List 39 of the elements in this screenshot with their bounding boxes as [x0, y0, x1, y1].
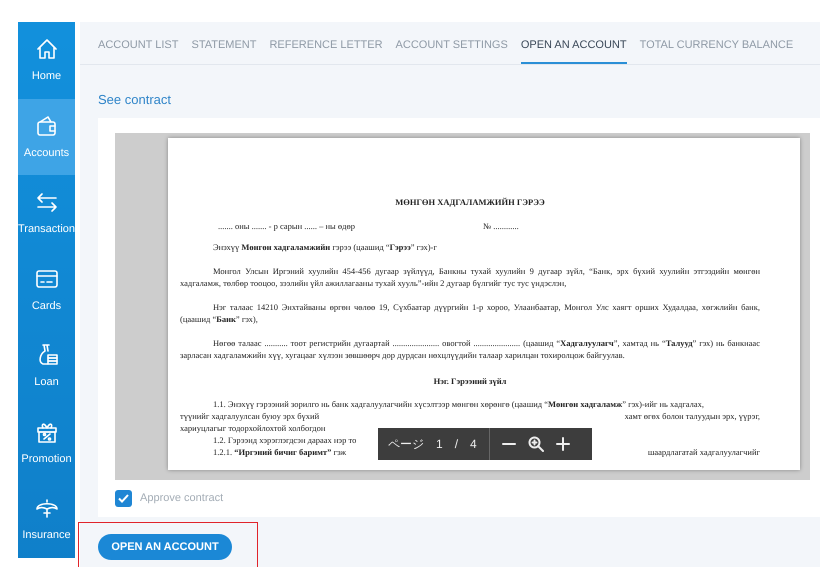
approve-label: Approve contract — [140, 491, 224, 506]
tab[interactable]: ACCOUNT LIST — [98, 28, 178, 64]
date-line: ....... оны ....... - р сарын ...... – ны өдөр — [218, 220, 356, 232]
sidebar-item[interactable]: Transaction — [18, 175, 75, 252]
sidebar-item[interactable]: Accounts — [18, 98, 75, 175]
sidebar-item[interactable]: Promotion — [18, 404, 75, 481]
section-heading: Нэг. Гэрээний зүйл — [432, 375, 508, 387]
document-line: 1.2.1. “Иргэний бичиг баримт” гэж — [213, 446, 346, 458]
page-count: 4 — [470, 436, 477, 453]
document-paragraph: Нөгөө талаас ........... тоот регистрийн дугаартай ...................... овогтой ...................... (цаашид “Хадгалуулагч”, хамтад нь “Талууд” гэх) нь банкнаас зарласан хадгаламжийн хүү, хугацааг хүлээн зөвшөөрч дор дурдсан нөхцлүүдийн талаар харилцан тохиролцож байгуулав. — [180, 337, 760, 361]
document-title: МӨНГӨН ХАДГАЛАМЖИЙН ГЭРЭЭ — [394, 196, 546, 208]
sidebar-item[interactable]: Insurance — [18, 481, 75, 558]
document-line: 1.1. Энэхүү гэрээний зорилго нь банк хадгалуулагчийн хүсэлтээр мөнгөн хөрөнгө (цаашид “Мөнгөн хадгаламж” гэх)-ийг нь хадгалах, — [213, 398, 704, 410]
check-icon — [118, 494, 129, 503]
page-separator: / — [454, 436, 458, 453]
document-line: 1.2. Гэрээнд хэрэглэгдсэн дараах нэр то — [213, 434, 356, 446]
tab[interactable]: REFERENCE LETTER — [269, 28, 383, 64]
zoom-in-icon[interactable] — [528, 436, 544, 452]
document-paragraph: Нэг талаас 14210 Энхтайваны өргөн чөлөө 19, Сүхбаатар дүүргийн 1-р хороо, Улаанбаатар, Монгол Улс хаягт орших Худалдаа, хөгжлийн банк, (цаашид “Банк” гэх), — [180, 301, 760, 325]
document-line: хариуцлагыг тодорхойлохтой холбогдон — [180, 422, 326, 434]
sidebar-item[interactable]: Cards — [18, 252, 75, 328]
plus-icon[interactable] — [556, 437, 570, 451]
approve-checkbox[interactable] — [115, 490, 132, 507]
sidebar-item[interactable]: Loan — [18, 328, 75, 404]
document-line: хамт өгөх болон талуудын эрх, үүрэг, — [624, 410, 760, 422]
tab[interactable]: TOTAL CURRENCY BALANCE — [640, 28, 794, 64]
sidebar-item[interactable]: Home — [18, 22, 75, 98]
document-line: шаардлагатай хадгалуулагчийг — [648, 446, 760, 458]
tab[interactable]: STATEMENT — [191, 28, 256, 64]
page-number: 1 — [436, 436, 443, 453]
tab[interactable]: ACCOUNT SETTINGS — [396, 28, 508, 64]
section-title: See contract — [97, 91, 172, 109]
document-paragraph: Монгол Улсын Иргэний хуулийн 454-456 дугаар зүйлүүд, Банкны тухай хуулийн 9 дугаар зүйл, “Банк, эрх бүхий хуулийн этгээдийн мөнгөн хадгаламж, төлбөр тооцоо, зээлийн үйл ажиллагааны тухай хууль”-ийн 2 дугаар бүлгийг тус тус үндэслэн, — [180, 265, 760, 289]
document-paragraph: Энэхүү Мөнгөн хадгаламжийн гэрээ (цаашид “Гэрээ” гэх)-г — [212, 241, 438, 253]
document-line: түүнийг хадгалуулсан буюу эрх бүхий — [180, 410, 320, 422]
tab[interactable]: OPEN AN ACCOUNT — [520, 28, 627, 64]
number-line: № ............ — [483, 220, 519, 232]
open-account-button[interactable]: OPEN AN ACCOUNT — [98, 534, 232, 560]
page-label: ページ — [388, 436, 424, 453]
